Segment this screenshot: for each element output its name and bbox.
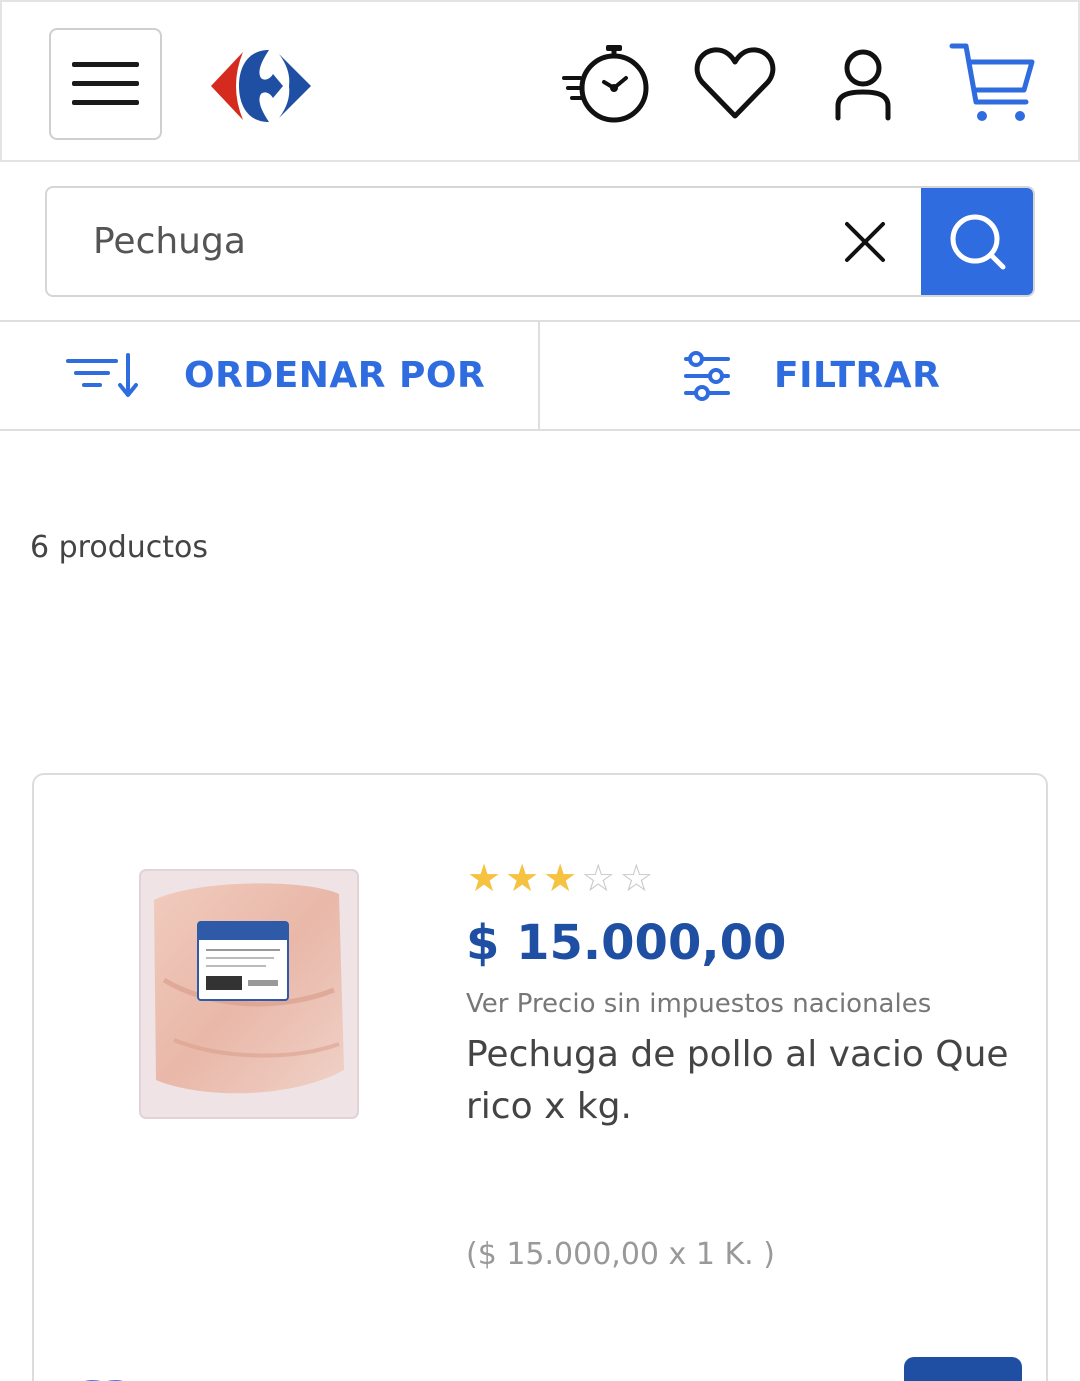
product-price: $ 15.000,00 bbox=[466, 915, 787, 971]
heart-icon[interactable] bbox=[690, 40, 780, 130]
carrefour-logo[interactable] bbox=[207, 46, 317, 126]
search-input[interactable] bbox=[93, 188, 833, 295]
sort-label: ORDENAR POR bbox=[184, 355, 486, 396]
product-image[interactable] bbox=[134, 860, 364, 1120]
search-button[interactable] bbox=[921, 188, 1033, 295]
filter-button[interactable]: FILTRAR bbox=[682, 322, 940, 429]
top-header bbox=[0, 0, 1080, 162]
results-count: 6 productos bbox=[30, 530, 208, 565]
rating-stars: ★ ★ ★ ☆ ☆ bbox=[467, 859, 653, 899]
sort-icon bbox=[66, 352, 138, 397]
product-card[interactable]: ★ ★ ★ ☆ ☆ $ 15.000,00 Ver Precio sin imp… bbox=[32, 773, 1048, 1381]
filter-label: FILTRAR bbox=[774, 355, 941, 396]
toolbar-divider bbox=[538, 322, 540, 429]
star-filled-icon: ★ bbox=[505, 858, 540, 900]
price-without-taxes-link[interactable]: Ver Precio sin impuestos nacionales bbox=[466, 989, 931, 1019]
unit-price: ($ 15.000,00 x 1 K. ) bbox=[466, 1237, 775, 1272]
sort-button[interactable]: ORDENAR POR bbox=[66, 322, 485, 429]
search-bar bbox=[45, 186, 1035, 297]
menu-bar-icon bbox=[72, 100, 139, 105]
star-empty-icon: ☆ bbox=[581, 858, 616, 900]
sort-filter-bar: ORDENAR POR FILTRAR bbox=[0, 320, 1080, 431]
express-stopwatch-icon[interactable] bbox=[562, 40, 652, 130]
menu-bar-icon bbox=[72, 62, 139, 67]
menu-bar-icon bbox=[72, 81, 139, 86]
filter-sliders-icon bbox=[684, 350, 730, 401]
close-icon[interactable] bbox=[837, 214, 893, 270]
product-name[interactable]: Pechuga de pollo al vacio Que rico x kg. bbox=[466, 1029, 1026, 1133]
add-to-cart-button[interactable] bbox=[904, 1357, 1022, 1381]
user-icon[interactable] bbox=[818, 40, 908, 130]
compare-icon[interactable] bbox=[64, 1373, 144, 1381]
star-empty-icon: ☆ bbox=[619, 858, 654, 900]
star-filled-icon: ★ bbox=[467, 858, 502, 900]
star-filled-icon: ★ bbox=[543, 858, 578, 900]
menu-button[interactable] bbox=[49, 28, 162, 140]
cart-icon[interactable] bbox=[948, 40, 1040, 130]
search-icon bbox=[950, 214, 1006, 270]
